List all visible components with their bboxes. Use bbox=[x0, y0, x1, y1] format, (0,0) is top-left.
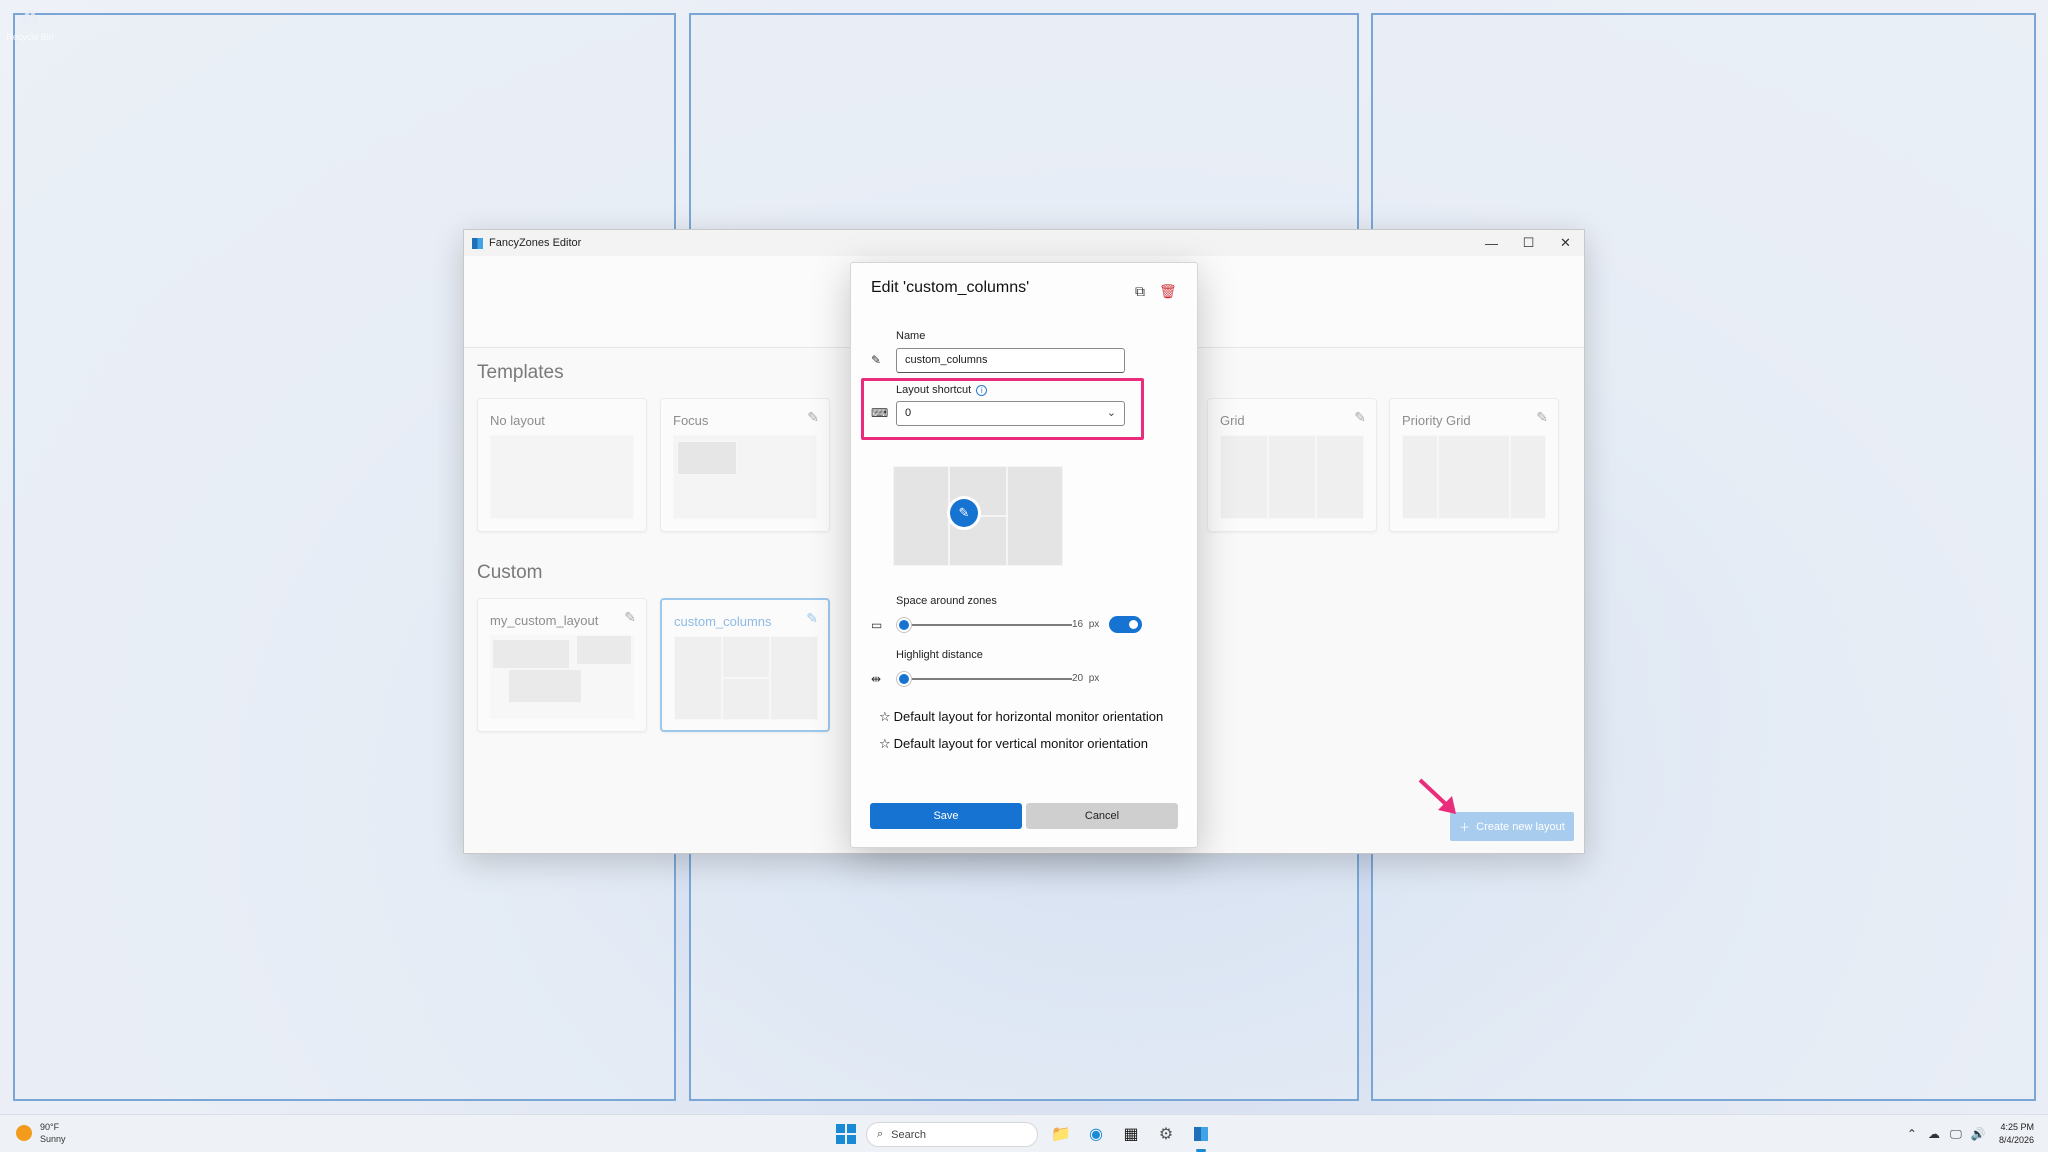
template-card-priority-grid[interactable]: Priority Grid ✎ bbox=[1389, 398, 1559, 532]
fancyzones-app-icon bbox=[472, 237, 483, 249]
duplicate-icon[interactable]: ⧉ bbox=[1135, 283, 1145, 300]
layout-preview bbox=[490, 635, 634, 719]
minimize-button[interactable]: — bbox=[1473, 230, 1510, 256]
custom-heading: Custom bbox=[477, 562, 543, 583]
chevron-down-icon: ⌄ bbox=[1106, 407, 1116, 419]
card-name: my_custom_layout bbox=[490, 613, 599, 628]
highlight-slider-thumb[interactable] bbox=[896, 671, 912, 687]
templates-heading: Templates bbox=[477, 362, 564, 383]
desktop-icon-recycle-bin[interactable]: ♻ Recycle Bin bbox=[6, 6, 54, 62]
onedrive-icon[interactable]: ☁ bbox=[1923, 1127, 1945, 1141]
desktop-icon-label: Recycle Bin bbox=[6, 32, 54, 42]
edit-pencil-icon[interactable]: ✎ bbox=[1354, 409, 1366, 426]
layout-preview bbox=[674, 636, 818, 720]
network-icon[interactable]: 🖵 bbox=[1945, 1127, 1967, 1142]
maximize-button[interactable]: ☐ bbox=[1510, 230, 1547, 256]
settings-gear-icon[interactable]: ⚙ bbox=[1154, 1122, 1178, 1146]
layout-preview bbox=[1402, 435, 1546, 519]
space-around-zones-slider[interactable] bbox=[896, 624, 1072, 626]
edge-browser-icon[interactable]: ◉ bbox=[1084, 1122, 1108, 1146]
info-icon[interactable]: i bbox=[976, 384, 988, 396]
edit-zones-button[interactable]: ✎ bbox=[950, 499, 978, 527]
name-label: Name bbox=[896, 330, 926, 342]
windows-logo-icon bbox=[836, 1124, 856, 1144]
distance-icon: ⇹ bbox=[871, 672, 882, 686]
chevron-up-icon[interactable]: ⌃ bbox=[1901, 1127, 1923, 1141]
star-icon: ☆ bbox=[879, 709, 891, 724]
file-explorer-icon[interactable]: 📁 bbox=[1049, 1122, 1073, 1146]
dialog-title: Edit 'custom_columns' bbox=[871, 279, 1030, 296]
sun-icon bbox=[16, 1125, 32, 1141]
edit-pencil-icon[interactable]: ✎ bbox=[807, 409, 819, 426]
create-new-layout-label: Create new layout bbox=[1476, 820, 1565, 833]
taskbar: 90°F Sunny ⌕ Search 📁 ◉ ▦ ⚙ ⌃ ☁ 🖵 🔊 4:25… bbox=[0, 1114, 2048, 1152]
space-value: 16 px bbox=[1072, 619, 1100, 630]
titlebar: FancyZones Editor — ☐ ✕ bbox=[464, 230, 1584, 256]
default-horizontal-option[interactable]: ☆ Default layout for horizontal monitor o… bbox=[879, 709, 1163, 725]
card-name: Priority Grid bbox=[1402, 413, 1471, 428]
space-around-zones-toggle[interactable] bbox=[1109, 616, 1142, 633]
space-slider-thumb[interactable] bbox=[896, 617, 912, 633]
recycle-bin-icon: ♻ bbox=[20, 6, 40, 31]
annotation-arrow-icon bbox=[1418, 778, 1456, 814]
card-name: No layout bbox=[490, 413, 545, 428]
clock-date: 8/4/2026 bbox=[1998, 1135, 2034, 1145]
edit-pencil-icon[interactable]: ✎ bbox=[624, 609, 636, 626]
spacing-icon: ▭ bbox=[871, 618, 883, 632]
card-name: Grid bbox=[1220, 413, 1245, 428]
start-button[interactable] bbox=[834, 1122, 858, 1146]
layout-preview bbox=[1220, 435, 1364, 519]
weather-description: Sunny bbox=[40, 1134, 66, 1144]
cancel-button[interactable]: Cancel bbox=[1026, 803, 1178, 829]
edit-pencil-icon[interactable]: ✎ bbox=[806, 610, 818, 627]
star-icon: ☆ bbox=[879, 736, 891, 751]
weather-temperature: 90°F bbox=[40, 1122, 60, 1132]
clock[interactable]: 4:25 PM 8/4/2026 bbox=[1999, 1121, 2034, 1147]
store-icon[interactable]: ▦ bbox=[1119, 1122, 1143, 1146]
taskbar-search[interactable]: ⌕ Search bbox=[866, 1122, 1038, 1147]
edit-pencil-icon[interactable]: ✎ bbox=[1536, 409, 1548, 426]
highlight-distance-label: Highlight distance bbox=[896, 649, 983, 661]
template-card-no-layout[interactable]: No layout bbox=[477, 398, 647, 532]
weather-widget[interactable]: 90°F Sunny bbox=[16, 1121, 66, 1145]
edit-layout-dialog: Edit 'custom_columns' ⧉ 🗑 Name ✎ custom_… bbox=[850, 262, 1198, 848]
highlight-distance-slider[interactable] bbox=[896, 678, 1072, 680]
clock-time: 4:25 PM bbox=[2000, 1122, 2034, 1132]
search-icon: ⌕ bbox=[877, 1128, 884, 1140]
layout-shortcut-label: Layout shortcut i bbox=[896, 384, 988, 396]
custom-card-custom-columns[interactable]: custom_columns ✎ bbox=[660, 598, 830, 732]
plus-icon: ＋ bbox=[1459, 821, 1471, 834]
delete-icon[interactable]: 🗑 bbox=[1159, 283, 1177, 300]
volume-icon[interactable]: 🔊 bbox=[1967, 1127, 1989, 1141]
layout-preview bbox=[490, 435, 634, 519]
layout-shortcut-value: 0 bbox=[905, 407, 912, 419]
window-title: FancyZones Editor bbox=[489, 237, 582, 249]
space-around-zones-label: Space around zones bbox=[896, 595, 997, 607]
template-card-grid[interactable]: Grid ✎ bbox=[1207, 398, 1377, 532]
keyboard-icon: ⌨ bbox=[871, 406, 889, 420]
create-new-layout-button[interactable]: ＋ Create new layout bbox=[1450, 812, 1574, 841]
system-tray: ⌃ ☁ 🖵 🔊 4:25 PM 8/4/2026 bbox=[1901, 1115, 2048, 1152]
save-button[interactable]: Save bbox=[870, 803, 1022, 829]
highlight-value: 20 px bbox=[1072, 673, 1100, 684]
name-input[interactable]: custom_columns bbox=[896, 348, 1125, 373]
rename-icon: ✎ bbox=[871, 353, 882, 367]
custom-card-my-custom-layout[interactable]: my_custom_layout ✎ bbox=[477, 598, 647, 732]
card-name: custom_columns bbox=[674, 614, 772, 629]
layout-preview bbox=[673, 435, 817, 519]
layout-shortcut-dropdown[interactable]: 0 ⌄ bbox=[896, 401, 1125, 426]
fancyzones-taskbar-icon[interactable] bbox=[1189, 1122, 1213, 1146]
search-placeholder: Search bbox=[891, 1128, 927, 1141]
template-card-focus[interactable]: Focus ✎ bbox=[660, 398, 830, 532]
close-button[interactable]: ✕ bbox=[1547, 230, 1584, 256]
default-vertical-option[interactable]: ☆ Default layout for vertical monitor ori… bbox=[879, 736, 1148, 752]
card-name: Focus bbox=[673, 413, 709, 428]
zone-layout-preview: ✎ bbox=[893, 466, 1063, 566]
